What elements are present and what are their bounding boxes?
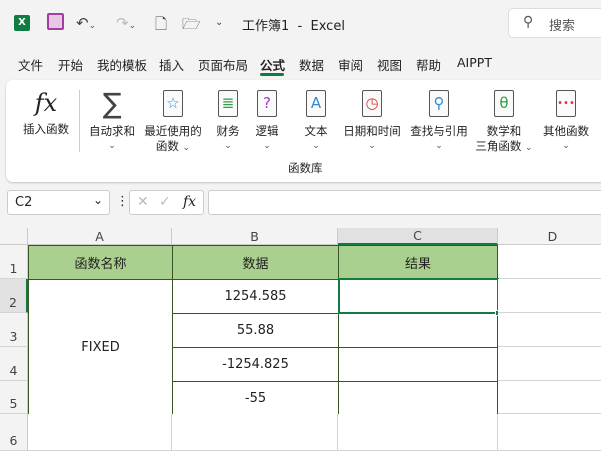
select-all-corner[interactable] [0, 228, 28, 245]
fx-icon: fx [34, 88, 58, 117]
recently-used-button[interactable]: ☆ 最近使用的 函数 ⌄ [138, 86, 208, 156]
cell-b2[interactable]: 1254.585 [172, 279, 339, 314]
save-icon[interactable] [47, 13, 64, 30]
cell-a6[interactable] [28, 414, 172, 451]
customize-toolbar-icon[interactable]: ⌄ [215, 17, 223, 28]
logical-button[interactable]: ? 逻辑 ⌄ [249, 86, 285, 154]
ellipsis-icon: ••• [556, 89, 576, 117]
row-header-4[interactable]: 4 [0, 347, 28, 381]
cell-a1[interactable]: 函数名称 [28, 245, 173, 280]
tab-view[interactable]: 视图 [377, 55, 402, 74]
undo-icon[interactable]: ↶⌄ [76, 14, 96, 32]
cell-c3[interactable] [338, 313, 498, 348]
financial-button[interactable]: ≣ 财务 ⌄ [210, 86, 246, 154]
formula-buttons: ✕ ✓ fx [129, 190, 204, 215]
cell-c5[interactable] [338, 381, 498, 415]
cell-d1[interactable] [498, 245, 601, 279]
cell-d3[interactable] [498, 313, 601, 347]
tab-aippt[interactable]: AIPPT [457, 55, 492, 70]
text-button[interactable]: A 文本 ⌄ [298, 86, 334, 154]
star-icon: ☆ [163, 89, 183, 117]
cell-d2[interactable] [498, 279, 601, 313]
group-label: 函数库 [288, 161, 323, 175]
coins-icon: ≣ [218, 89, 238, 117]
cell-b3[interactable]: 55.88 [172, 313, 339, 348]
theta-icon: θ [494, 89, 514, 117]
row-header-6[interactable]: 6 [0, 414, 28, 451]
cell-d6[interactable] [498, 414, 601, 451]
name-box[interactable]: C2 ⌄ [7, 190, 110, 215]
tab-home[interactable]: 开始 [58, 55, 83, 74]
cell-b5[interactable]: -55 [172, 381, 339, 415]
tab-formulas[interactable]: 公式 [260, 55, 285, 74]
autosum-button[interactable]: ∑ 自动求和 ⌄ [84, 86, 140, 154]
cell-b4[interactable]: -1254.825 [172, 347, 339, 382]
column-header-b[interactable]: B [172, 228, 338, 245]
formula-input[interactable] [208, 190, 601, 215]
cell-c1[interactable]: 结果 [338, 245, 498, 280]
search-placeholder: 搜索 [549, 19, 576, 34]
tab-review[interactable]: 审阅 [338, 55, 363, 74]
more-functions-button[interactable]: ••• 其他函数 ⌄ [538, 86, 594, 154]
question-icon: ? [257, 89, 277, 117]
cell-a2-merged[interactable]: FIXED [28, 279, 173, 415]
clock-icon: ◷ [362, 89, 382, 117]
excel-logo-icon: X [14, 15, 30, 31]
cell-c4[interactable] [338, 347, 498, 382]
tab-data[interactable]: 数据 [299, 55, 324, 74]
row-header-5[interactable]: 5 [0, 381, 28, 414]
search-box[interactable]: ⚲ 搜索 [508, 8, 601, 38]
tab-page-layout[interactable]: 页面布局 [198, 55, 248, 74]
text-a-icon: A [306, 89, 326, 117]
enter-icon[interactable]: ✓ [159, 194, 171, 210]
column-header-a[interactable]: A [28, 228, 172, 245]
insert-function-icon[interactable]: fx [183, 194, 196, 210]
more-icon[interactable]: ⋮ [116, 194, 129, 209]
cell-b1[interactable]: 数据 [172, 245, 339, 280]
ribbon-divider [79, 90, 80, 152]
cell-c6[interactable] [338, 414, 498, 451]
open-folder-icon[interactable]: 🗁 [182, 14, 201, 39]
active-tab-underline [260, 73, 284, 76]
chevron-down-icon: ⌄ [92, 193, 103, 207]
cell-d5[interactable] [498, 381, 601, 414]
column-header-c[interactable]: C [338, 228, 498, 245]
row-header-3[interactable]: 3 [0, 313, 28, 347]
magnifier-icon: ⚲ [429, 89, 449, 117]
row-header-1[interactable]: 1 [0, 245, 28, 279]
redo-icon[interactable]: ↷⌄ [116, 14, 136, 32]
ribbon: fx 插入函数 ∑ 自动求和 ⌄ ☆ 最近使用的 函数 ⌄ ≣ 财务 ⌄ ? 逻辑 ⌄ … [6, 80, 601, 182]
row-header-2[interactable]: 2 [0, 279, 28, 313]
datetime-button[interactable]: ◷ 日期和时间 ⌄ [336, 86, 408, 154]
cell-d4[interactable] [498, 347, 601, 381]
cell-c2-selected[interactable] [338, 278, 499, 314]
search-icon: ⚲ [523, 14, 534, 30]
math-trig-button[interactable]: θ 数学和 三角函数 ⌄ [472, 86, 536, 156]
tab-insert[interactable]: 插入 [159, 55, 184, 74]
column-header-d[interactable]: D [498, 228, 601, 245]
insert-function-button[interactable]: fx 插入函数 [18, 86, 74, 137]
sigma-icon: ∑ [102, 86, 122, 120]
lookup-button[interactable]: ⚲ 查找与引用 ⌄ [404, 86, 474, 154]
tab-templates[interactable]: 我的模板 [97, 55, 147, 74]
cancel-icon[interactable]: ✕ [137, 194, 149, 210]
new-file-icon[interactable]: 🗋 [155, 14, 167, 39]
tab-file[interactable]: 文件 [18, 55, 43, 74]
window-title: 工作簿1 - Excel [242, 19, 345, 34]
cell-b6[interactable] [172, 414, 338, 451]
tab-help[interactable]: 帮助 [416, 55, 441, 74]
